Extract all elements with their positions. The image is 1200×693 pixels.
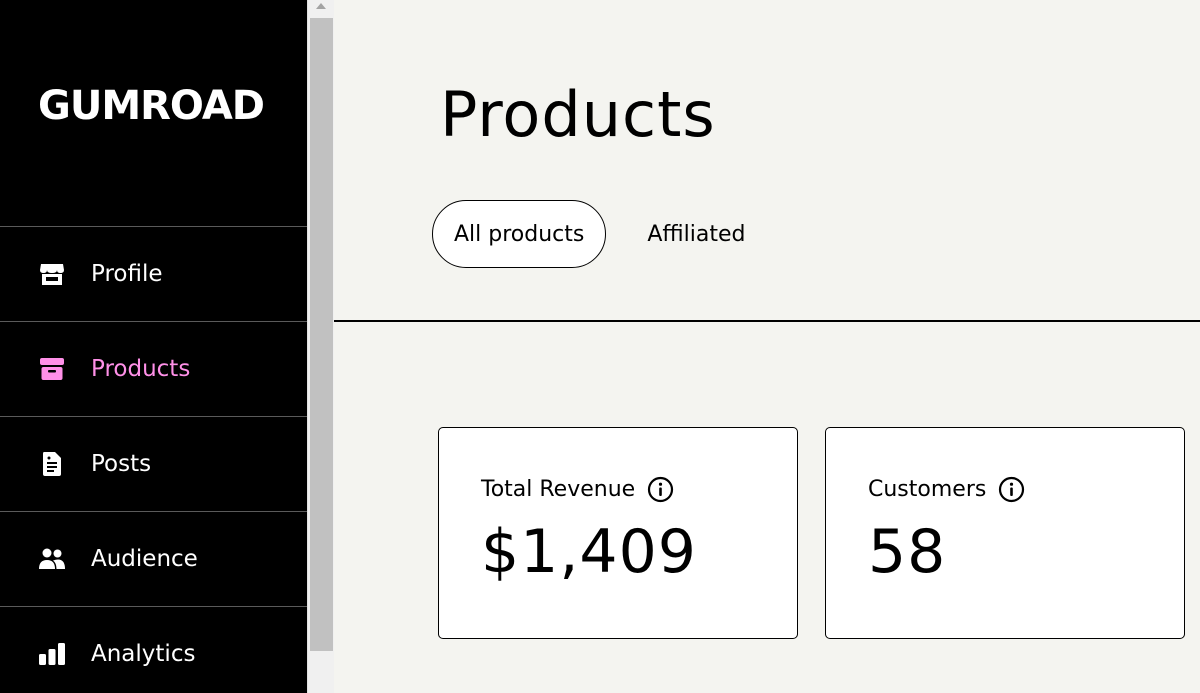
sidebar-item-profile[interactable]: Profile xyxy=(0,227,307,322)
archive-box-icon xyxy=(38,355,66,383)
users-icon xyxy=(38,545,66,573)
gumroad-logo[interactable]: GUMROAD xyxy=(38,86,265,126)
bar-chart-icon xyxy=(38,640,66,668)
document-icon xyxy=(38,450,66,478)
card-value: $1,409 xyxy=(481,517,697,587)
sidebar-item-audience[interactable]: Audience xyxy=(0,512,307,607)
card-header: Customers xyxy=(868,476,1184,503)
page-header: Products All products Affiliated xyxy=(334,0,1200,322)
sidebar-item-analytics[interactable]: Analytics xyxy=(0,607,307,693)
info-icon[interactable] xyxy=(647,476,674,503)
sidebar-item-products[interactable]: Products xyxy=(0,322,307,417)
main-content: Products All products Affiliated Total R… xyxy=(334,0,1200,693)
customers-card: Customers 58 xyxy=(825,427,1185,639)
info-icon[interactable] xyxy=(998,476,1025,503)
card-value: 58 xyxy=(868,517,947,587)
sidebar-item-label: Analytics xyxy=(91,641,196,667)
store-icon xyxy=(38,260,66,288)
sidebar-item-posts[interactable]: Posts xyxy=(0,417,307,512)
sidebar-item-label: Posts xyxy=(91,451,152,477)
tab-all-products[interactable]: All products xyxy=(432,200,607,268)
total-revenue-card: Total Revenue $1,409 xyxy=(438,427,798,639)
page-title: Products xyxy=(440,78,716,151)
sidebar: GUMROAD Profile Products Posts Audience … xyxy=(0,0,307,693)
sidebar-nav: Profile Products Posts Audience Analytic… xyxy=(0,227,307,693)
card-title: Customers xyxy=(868,477,987,502)
stats-cards: Total Revenue $1,409 Customers 58 xyxy=(438,427,1185,639)
card-title: Total Revenue xyxy=(481,477,636,502)
sidebar-item-label: Products xyxy=(91,356,191,382)
sidebar-item-label: Audience xyxy=(91,546,198,572)
sidebar-scrollbar[interactable] xyxy=(307,0,334,693)
sidebar-item-label: Profile xyxy=(91,261,163,287)
scroll-thumb[interactable] xyxy=(310,18,333,651)
tab-affiliated[interactable]: Affiliated xyxy=(626,200,766,268)
logo-area: GUMROAD xyxy=(0,0,307,227)
scroll-up-arrow-icon[interactable] xyxy=(316,3,326,9)
card-header: Total Revenue xyxy=(481,476,797,503)
product-tabs: All products Affiliated xyxy=(432,200,767,268)
